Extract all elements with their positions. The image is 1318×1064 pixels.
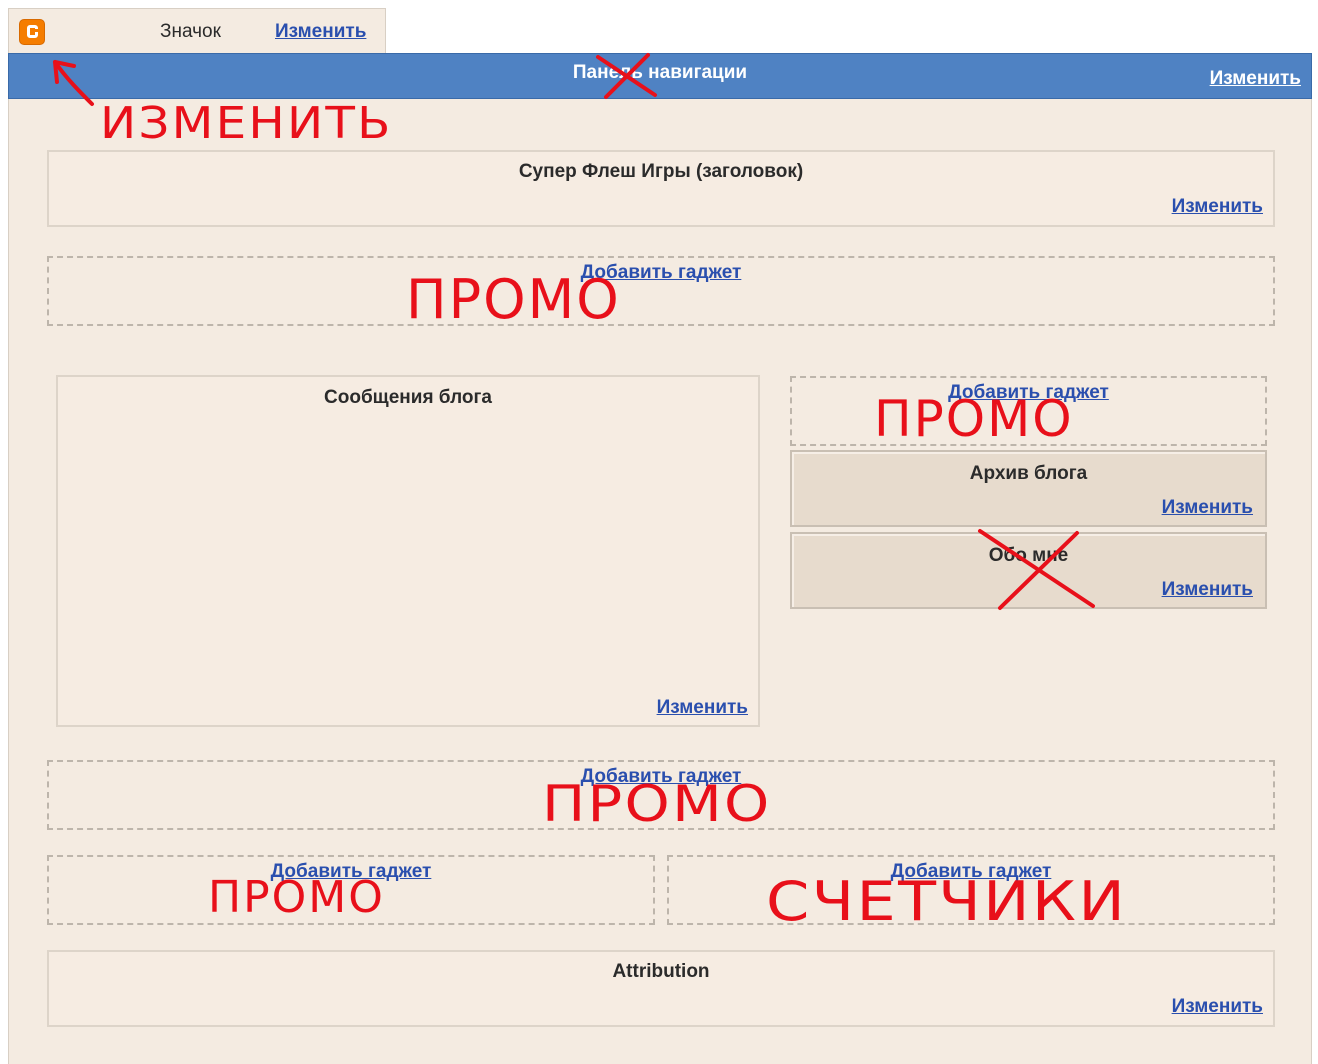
add-gadget-link[interactable]: Добавить гаджет <box>49 262 1273 284</box>
annotation-promo-sidebar: ПРОМО <box>874 390 1074 448</box>
favicon-edit-link[interactable]: Изменить <box>275 21 366 43</box>
annotation-counters: СЧЕТЧИКИ <box>766 870 1128 933</box>
about-me-edit-link[interactable]: Изменить <box>1162 579 1253 601</box>
blogger-icon <box>19 19 45 45</box>
blog-posts-title: Сообщения блога <box>324 387 492 408</box>
blog-posts-edit-link[interactable]: Изменить <box>657 697 748 719</box>
navbar-edit-link[interactable]: Изменить <box>1210 68 1301 90</box>
header-widget: Супер Флеш Игры (заголовок) Изменить <box>47 150 1275 227</box>
blog-posts-widget: Сообщения блога Изменить <box>56 375 760 727</box>
annotation-promo-top: ПРОМО <box>406 268 621 331</box>
header-title: Супер Флеш Игры (заголовок) <box>518 161 804 182</box>
navbar-title: Панель навигации <box>572 62 748 83</box>
attribution-title: Attribution <box>612 961 710 982</box>
attribution-edit-link[interactable]: Изменить <box>1172 996 1263 1018</box>
blog-archive-widget: Архив блога Изменить <box>790 450 1267 527</box>
blog-archive-title: Архив блога <box>969 463 1088 484</box>
attribution-widget: Attribution Изменить <box>47 950 1275 1027</box>
blog-archive-edit-link[interactable]: Изменить <box>1162 497 1253 519</box>
annotation-promo-middle: ПРОМО <box>542 775 772 833</box>
annotation-promo-footer-left: ПРОМО <box>208 872 385 923</box>
about-me-title: Обо мне <box>988 545 1069 566</box>
header-edit-link[interactable]: Изменить <box>1172 196 1263 218</box>
favicon-label: Значок <box>160 21 221 42</box>
annotation-change: ИЗМЕНИТЬ <box>100 98 393 149</box>
add-gadget-area-top: Добавить гаджет <box>47 256 1275 326</box>
navbar-widget: Панель навигации Изменить <box>8 53 1312 99</box>
about-me-widget: Обо мне Изменить <box>790 532 1267 609</box>
